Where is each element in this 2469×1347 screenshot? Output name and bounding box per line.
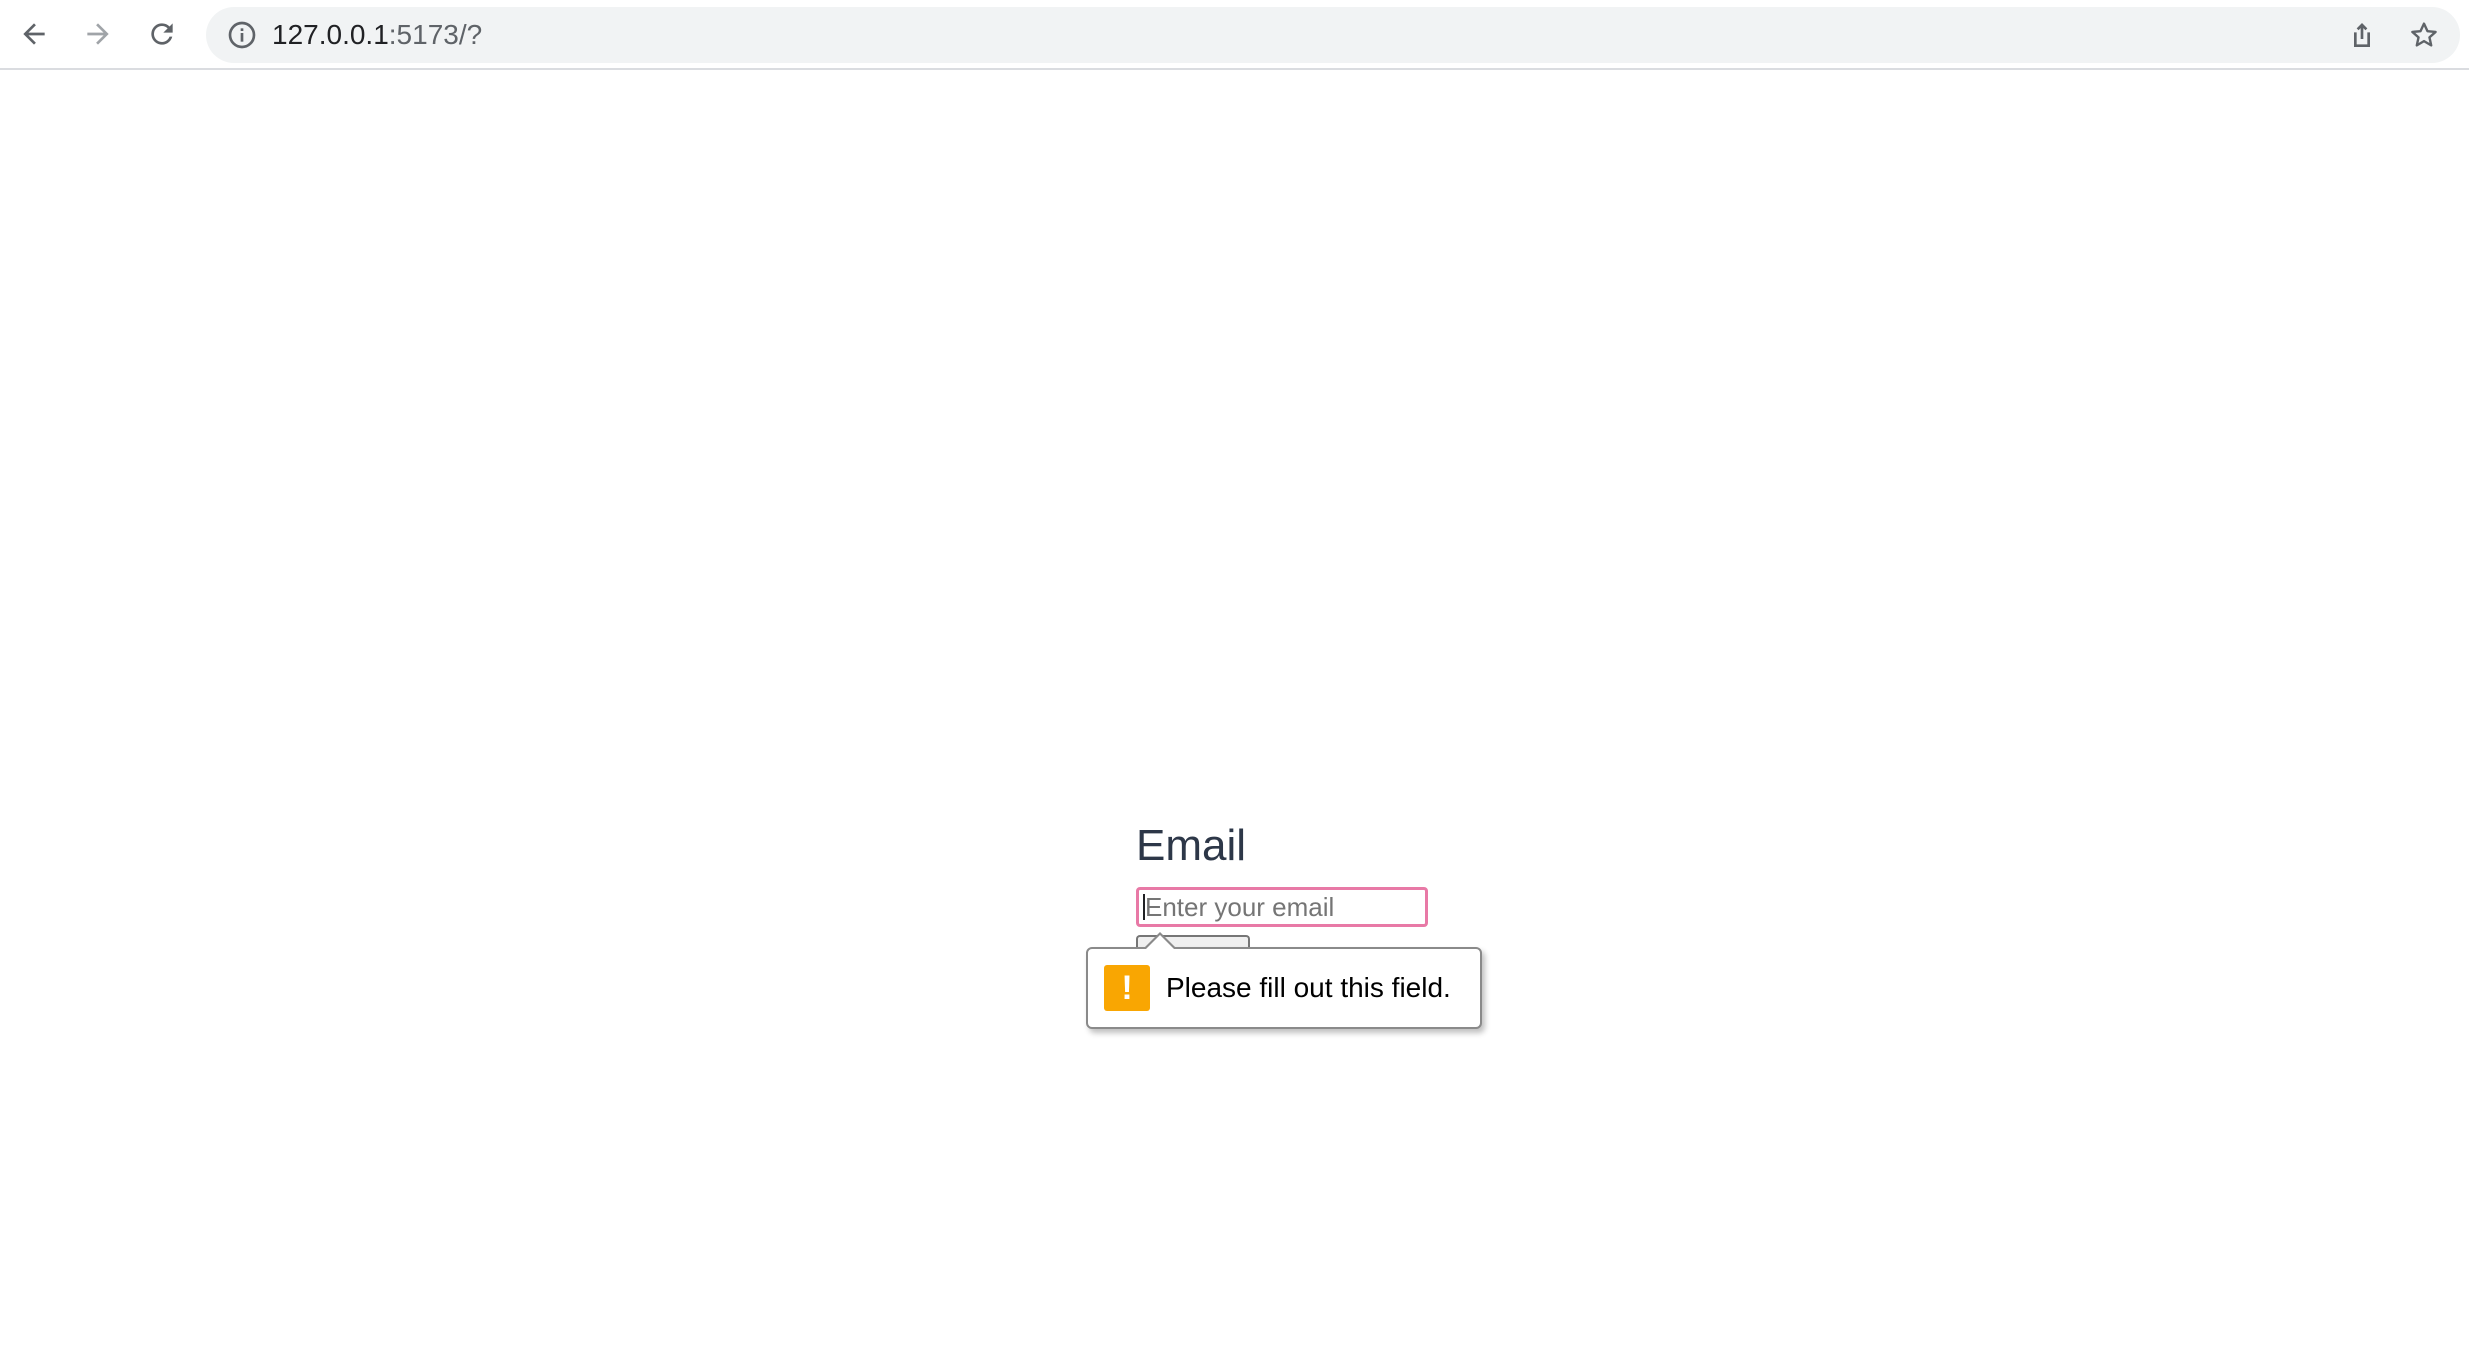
reload-icon	[151, 23, 173, 45]
text-caret	[1143, 894, 1145, 920]
info-icon[interactable]	[226, 19, 258, 51]
forward-button[interactable]	[76, 12, 120, 56]
address-bar[interactable]: 127.0.0.1:5173/?	[206, 7, 2460, 63]
exclamation-icon: !	[1104, 965, 1150, 1011]
email-input[interactable]	[1136, 887, 1428, 927]
url-host: 127.0.0.1	[272, 19, 389, 50]
reload-button[interactable]	[140, 12, 184, 56]
url-text: 127.0.0.1:5173/?	[272, 20, 482, 50]
email-label: Email	[1136, 821, 1247, 870]
tooltip-arrow-fill	[1146, 935, 1174, 949]
arrow-left-icon	[23, 23, 45, 45]
validation-message: Please fill out this field.	[1166, 972, 1451, 1003]
page-content: Email ! Please fill out this field.	[0, 70, 2469, 1347]
share-icon[interactable]	[2346, 19, 2378, 51]
validation-tooltip: ! Please fill out this field.	[1086, 947, 1482, 1029]
star-icon[interactable]	[2408, 19, 2440, 51]
url-path: :5173/?	[388, 19, 483, 50]
back-button[interactable]	[12, 12, 56, 56]
arrow-right-icon	[87, 23, 109, 45]
exclamation-glyph: !	[1121, 969, 1133, 1007]
browser-toolbar: 127.0.0.1:5173/?	[0, 0, 2469, 70]
